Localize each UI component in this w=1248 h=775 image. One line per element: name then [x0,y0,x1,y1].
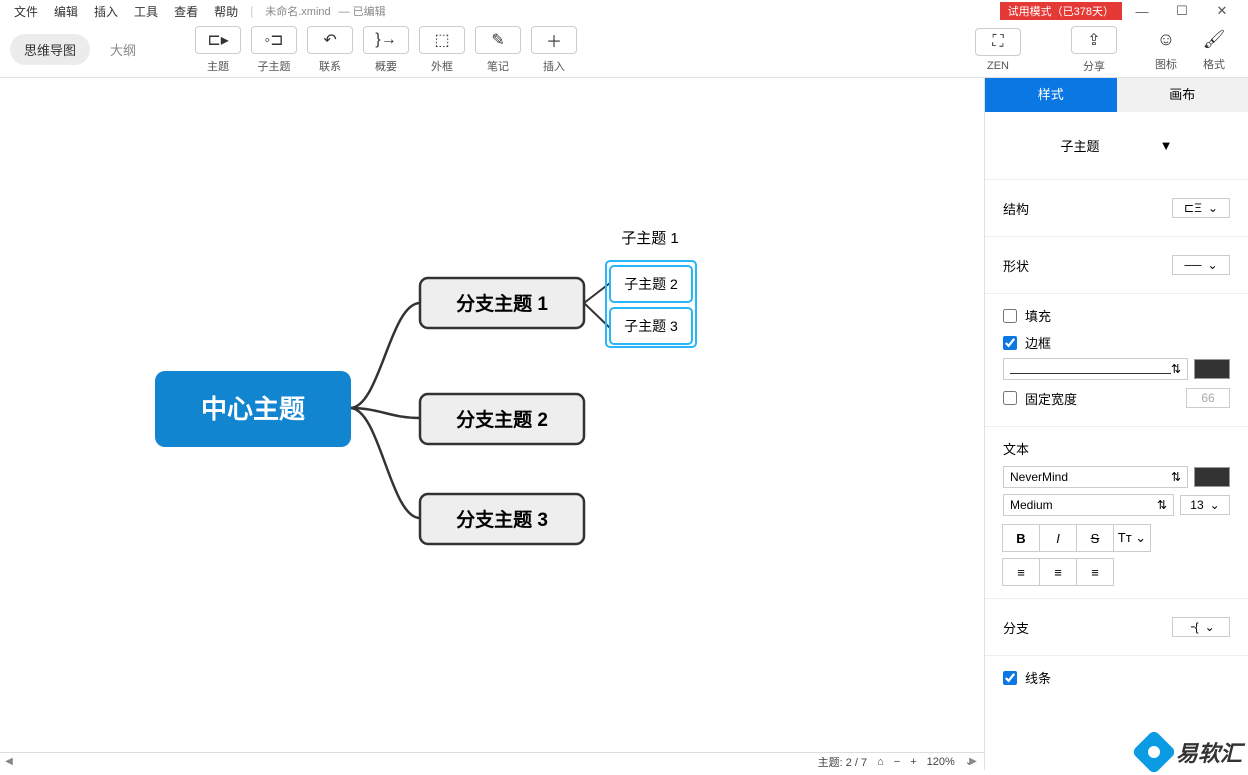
text-label: 文本 [1003,439,1230,458]
structure-icon: ⊏Ξ [1184,201,1202,215]
chevron-down-icon: ⌄ [1207,258,1217,272]
textcase-button[interactable]: Tᴛ ⌄ [1113,524,1151,552]
map-icon[interactable]: ⌂ [877,756,884,768]
border-color-swatch[interactable] [1194,359,1230,379]
node-branch-2[interactable]: 分支主题 2 [456,409,548,431]
scroll-right-icon[interactable]: ▶ [966,754,980,768]
menu-file[interactable]: 文件 [6,1,46,22]
branch-label: 分支 [1003,618,1029,637]
status-topics: 主题: 2 / 7 [818,754,868,770]
panel-tab-style[interactable]: 样式 [985,78,1117,112]
fixedwidth-checkbox[interactable]: 固定宽度 [1003,389,1077,408]
panel-tab-canvas[interactable]: 画布 [1117,78,1248,112]
topic-icon: ⊏▸ [195,26,241,54]
minimize-button[interactable]: — [1122,4,1162,19]
format-panel: 样式 画布 子主题 ▼ 结构 ⊏Ξ ⌄ 形状 ── ⌄ 填充 边框 ⇅ [984,78,1248,770]
summary-icon: }→ [363,26,409,54]
tool-format[interactable]: 🖌格式 [1190,28,1238,72]
italic-button[interactable]: I [1039,524,1077,552]
tool-summary[interactable]: }→概要 [358,26,414,74]
menu-tools[interactable]: 工具 [126,1,166,22]
brush-icon: 🖌 [1203,28,1226,52]
zoom-level[interactable]: 120% [927,756,955,768]
trial-badge: 试用模式（已378天） [1000,2,1122,20]
menu-view[interactable]: 查看 [166,1,206,22]
tool-boundary[interactable]: ⬚外框 [414,26,470,74]
tool-share[interactable]: ⇪分享 [1066,26,1122,74]
fontsize-select[interactable]: 13⌄ [1180,495,1230,515]
strike-button[interactable]: S [1076,524,1114,552]
titlebar: 文件 编辑 插入 工具 查看 帮助 | 未命名.xmind — 已编辑 试用模式… [0,0,1248,22]
tool-topic[interactable]: ⊏▸主题 [190,26,246,74]
tool-note[interactable]: ✎笔记 [470,26,526,74]
chevron-down-icon: ⌄ [1205,620,1215,634]
canvas[interactable]: 中心主题 分支主题 1 分支主题 2 分支主题 3 子主题 1 子主题 2 子主… [0,78,984,752]
node-branch-1[interactable]: 分支主题 1 [456,293,548,315]
smile-icon: ☺ [1157,28,1175,52]
fixedwidth-input[interactable] [1186,388,1230,408]
chevron-down-icon: ⌄ [1208,201,1218,215]
zoom-in-button[interactable]: + [910,756,916,768]
bold-button[interactable]: B [1002,524,1040,552]
chevron-down-icon[interactable]: ▼ [1160,138,1173,153]
statusbar: 主题: 2 / 7 ⌂ − + 120% ⌄ [0,752,984,770]
file-name: 未命名.xmind [265,3,330,19]
node-center[interactable]: 中心主题 [201,394,305,424]
font-select[interactable]: NeverMind⇅ [1003,466,1188,488]
share-icon: ⇪ [1071,26,1117,54]
note-icon: ✎ [475,26,521,54]
file-status: — 已编辑 [339,3,386,19]
branch-select[interactable]: ╶{ ⌄ [1172,617,1230,637]
tool-insert[interactable]: ＋插入 [526,26,582,74]
tool-relation[interactable]: ↶联系 [302,26,358,74]
weight-select[interactable]: Medium⇅ [1003,494,1174,516]
relation-icon: ↶ [307,26,353,54]
tool-zen[interactable]: ⛶ZEN [970,28,1026,72]
maximize-button[interactable]: ☐ [1162,3,1202,19]
close-button[interactable]: ✕ [1202,3,1242,19]
shape-select[interactable]: ── ⌄ [1172,255,1230,275]
branch-icon: ╶{ [1187,620,1198,634]
border-thickness-select[interactable]: ⇅ [1003,358,1188,380]
shape-label: 形状 [1003,256,1029,275]
structure-label: 结构 [1003,199,1029,218]
menu-edit[interactable]: 编辑 [46,1,86,22]
toolbar: 思维导图 大纲 ⊏▸主题 ◦⊐子主题 ↶联系 }→概要 ⬚外框 ✎笔记 ＋插入 … [0,22,1248,78]
zoom-out-button[interactable]: − [894,756,900,768]
node-sub-1[interactable]: 子主题 1 [621,230,679,247]
boundary-icon: ⬚ [419,26,465,54]
tab-outline[interactable]: 大纲 [96,34,150,65]
menu-help[interactable]: 帮助 [206,1,246,22]
watermark: 易软汇 [1138,736,1242,768]
align-right-button[interactable]: ≡ [1076,558,1114,586]
border-checkbox[interactable]: 边框 [1003,333,1230,352]
line-icon: ── [1184,258,1201,272]
align-left-button[interactable]: ≡ [1002,558,1040,586]
logo-icon [1131,729,1176,774]
subtopic-icon: ◦⊐ [251,26,297,54]
menu-insert[interactable]: 插入 [86,1,126,22]
structure-select[interactable]: ⊏Ξ ⌄ [1172,198,1230,218]
tool-icons[interactable]: ☺图标 [1142,28,1190,72]
zen-icon: ⛶ [975,28,1021,56]
tab-mindmap[interactable]: 思维导图 [10,34,90,65]
node-sub-2[interactable]: 子主题 2 [624,276,678,292]
text-color-swatch[interactable] [1194,467,1230,487]
align-center-button[interactable]: ≡ [1039,558,1077,586]
node-sub-3[interactable]: 子主题 3 [624,318,678,334]
line-checkbox[interactable]: 线条 [1003,668,1230,687]
fill-checkbox[interactable]: 填充 [1003,306,1230,325]
element-type-label: 子主题 [1061,136,1100,155]
scroll-left-icon[interactable]: ◀ [2,754,16,768]
tool-subtopic[interactable]: ◦⊐子主题 [246,26,302,74]
insert-icon: ＋ [531,26,577,54]
node-branch-3[interactable]: 分支主题 3 [456,509,548,531]
